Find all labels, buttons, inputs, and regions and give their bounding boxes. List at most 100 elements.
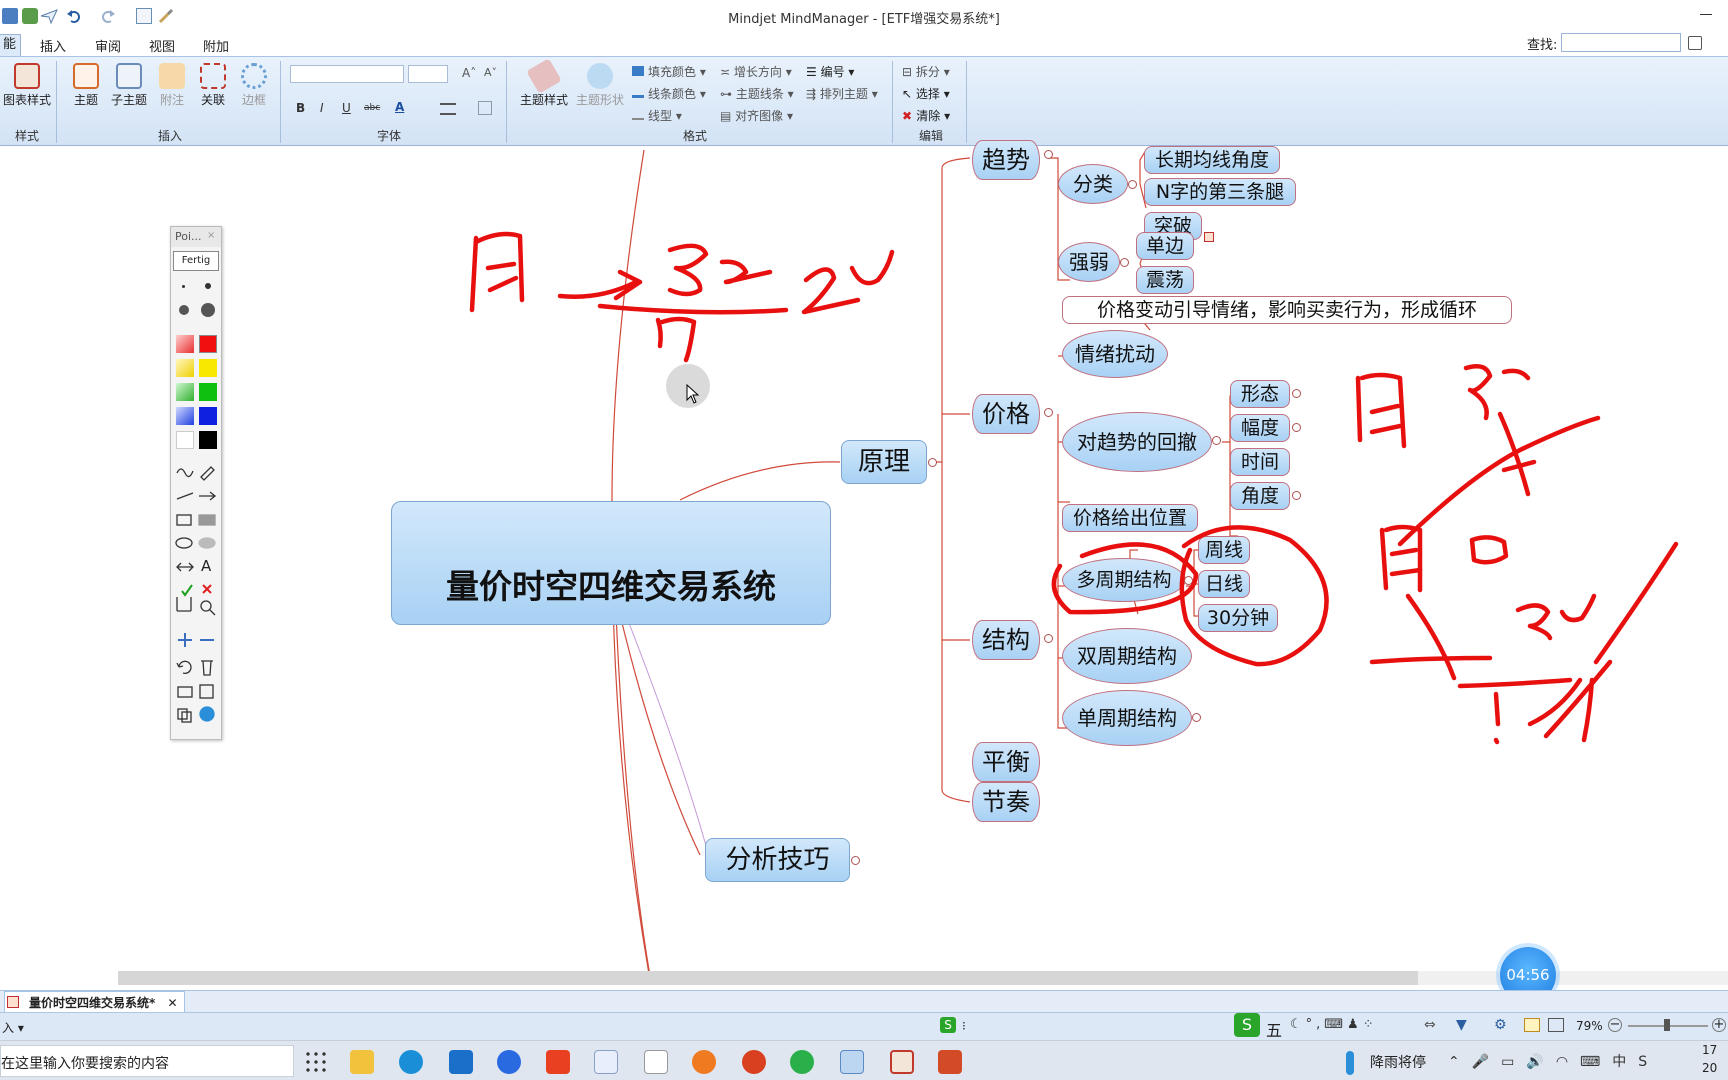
- fit-map-icon[interactable]: ⇔: [1424, 1017, 1436, 1033]
- shrink-font-icon[interactable]: A˅: [484, 66, 497, 79]
- boundary-label: 边框: [241, 93, 266, 107]
- zoom-in-icon[interactable]: +: [1712, 1018, 1726, 1032]
- relationship-button[interactable]: 关联: [195, 63, 231, 108]
- pen-size-large[interactable]: [179, 305, 189, 315]
- outline-view-icon[interactable]: [1548, 1018, 1564, 1032]
- close-tab-icon[interactable]: ✕: [167, 996, 177, 1010]
- line-color-button[interactable]: 线条颜色 ▾: [632, 85, 706, 102]
- tab-addins[interactable]: 附加: [203, 36, 229, 55]
- arrange-topics-button[interactable]: ⇶ 排列主题 ▾: [806, 85, 878, 102]
- topic-style-button[interactable]: 主题样式: [516, 58, 572, 108]
- map-canvas[interactable]: 量价时空四维交易系统 原理 分析技巧 趋势 价格 结构 平衡 节奏 分类 长期均…: [0, 140, 1728, 976]
- pen-size-small[interactable]: [182, 285, 185, 288]
- callout-button[interactable]: 附注: [154, 63, 190, 108]
- ime-mode-label[interactable]: 五: [1266, 1017, 1282, 1041]
- app-red-icon[interactable]: [546, 1050, 570, 1074]
- font-size-select[interactable]: [408, 65, 448, 83]
- color-light-yellow[interactable]: [176, 359, 194, 377]
- zoom-out-icon[interactable]: −: [1608, 1018, 1622, 1032]
- ime-logo-icon[interactable]: S: [940, 1017, 956, 1033]
- subtopic-button[interactable]: 子主题: [108, 63, 150, 108]
- growth-direction-button[interactable]: ≍ 增长方向 ▾: [720, 63, 792, 80]
- palette-close-icon[interactable]: ×: [207, 230, 215, 241]
- color-yellow[interactable]: [199, 359, 217, 377]
- media-app-icon[interactable]: [742, 1050, 766, 1074]
- color-green[interactable]: [199, 383, 217, 401]
- tab-review[interactable]: 审阅: [95, 36, 121, 55]
- weather-text[interactable]: 降雨将停: [1370, 1052, 1426, 1072]
- scrollbar-track[interactable]: [1418, 971, 1728, 985]
- ime-toolbar-icons[interactable]: ☾°,⌨♟⁘: [1290, 1017, 1378, 1032]
- group-label-edit: 编辑: [918, 129, 943, 143]
- ime-icon[interactable]: S: [1234, 1013, 1260, 1037]
- topic-style-label: 主题样式: [519, 93, 568, 107]
- color-red[interactable]: [199, 335, 217, 353]
- topic-shape-button[interactable]: 主题形状: [572, 63, 628, 108]
- color-black[interactable]: [199, 431, 217, 449]
- tab-view[interactable]: 视图: [149, 36, 175, 55]
- pen-size-xlarge[interactable]: [201, 303, 215, 317]
- start-grid-icon[interactable]: [304, 1050, 328, 1074]
- status-input-indicator: 入 ▾: [2, 1021, 24, 1035]
- italic-button[interactable]: I: [320, 101, 324, 115]
- edge-icon[interactable]: [399, 1050, 423, 1074]
- topic-button[interactable]: 主题: [68, 63, 104, 108]
- drawing-app-icon[interactable]: [594, 1050, 618, 1074]
- filter-icon[interactable]: ▼: [1456, 1017, 1467, 1033]
- align-image-icon: ▤: [720, 109, 736, 123]
- format-painter-icon[interactable]: [478, 101, 492, 115]
- document-tab[interactable]: 量价时空四维交易系统* ✕: [4, 991, 185, 1013]
- font-family-select[interactable]: [290, 65, 404, 83]
- zoom-slider-thumb[interactable]: [1664, 1019, 1670, 1031]
- select-button[interactable]: ↖ 选择 ▾: [902, 85, 950, 102]
- underline-button[interactable]: U: [342, 101, 351, 115]
- clock-date[interactable]: 20: [1702, 1061, 1717, 1075]
- tray-icons[interactable]: ⌃🎤▭🔊◠⌨中S: [1448, 1051, 1659, 1071]
- color-light-green[interactable]: [176, 383, 194, 401]
- color-white[interactable]: [176, 431, 194, 449]
- find-input[interactable]: [1561, 33, 1681, 52]
- clear-button[interactable]: ✖ 清除 ▾: [902, 107, 950, 124]
- color-light-red[interactable]: [176, 335, 194, 353]
- mindmanager-icon[interactable]: [890, 1050, 914, 1074]
- numbering-button[interactable]: ☰ 编号 ▾: [806, 63, 854, 80]
- split-button[interactable]: ⊟ 拆分 ▾: [902, 63, 950, 80]
- numbering-label: 编号: [820, 65, 845, 79]
- boundary-button[interactable]: 边框: [236, 63, 272, 108]
- pen-size-medium[interactable]: [205, 283, 211, 289]
- color-light-blue[interactable]: [176, 407, 194, 425]
- strikethrough-button[interactable]: abc: [364, 103, 380, 113]
- color-blue[interactable]: [199, 407, 217, 425]
- palette-done-button[interactable]: Fertig: [173, 251, 219, 271]
- topic-lines-button[interactable]: ⊶ 主题线条 ▾: [720, 85, 794, 102]
- launcher-icon[interactable]: [497, 1050, 521, 1074]
- group-label-format: 格式: [682, 129, 707, 143]
- font-color-button[interactable]: A: [395, 100, 404, 114]
- orange-app-icon[interactable]: [692, 1050, 716, 1074]
- horizontal-scrollbar[interactable]: [118, 971, 1418, 985]
- minimize-icon[interactable]: [1700, 14, 1712, 15]
- map-view-icon[interactable]: [1524, 1018, 1540, 1032]
- align-image-button[interactable]: ▤ 对齐图像 ▾: [720, 107, 793, 124]
- text-tool-icon[interactable]: A: [201, 557, 211, 575]
- grow-font-icon[interactable]: A˄: [462, 66, 476, 80]
- line-style-button[interactable]: 线型 ▾: [632, 107, 682, 124]
- fill-color-button[interactable]: 填充颜色 ▾: [632, 63, 706, 80]
- tab-insert[interactable]: 插入: [40, 36, 66, 55]
- mail-icon[interactable]: [449, 1050, 473, 1074]
- tab-features[interactable]: 能: [0, 34, 22, 56]
- chart-style-button[interactable]: 图表样式: [0, 63, 54, 108]
- align-icon[interactable]: [440, 103, 456, 115]
- status-menu-icon[interactable]: ⁝: [962, 1019, 966, 1033]
- screen-tool-icon[interactable]: [840, 1050, 864, 1074]
- document-icon[interactable]: [644, 1050, 668, 1074]
- wechat-icon[interactable]: [790, 1050, 814, 1074]
- find-options-icon[interactable]: [1688, 36, 1702, 50]
- bold-button[interactable]: B: [296, 101, 305, 115]
- layout-icon[interactable]: ⚙: [1494, 1017, 1507, 1033]
- taskbar-search[interactable]: 在这里输入你要搜索的内容: [0, 1045, 294, 1077]
- file-explorer-icon[interactable]: [350, 1050, 374, 1074]
- clock-time[interactable]: 17: [1702, 1043, 1717, 1057]
- topic-shape-icon: [587, 63, 613, 89]
- powerpoint-icon[interactable]: [938, 1050, 962, 1074]
